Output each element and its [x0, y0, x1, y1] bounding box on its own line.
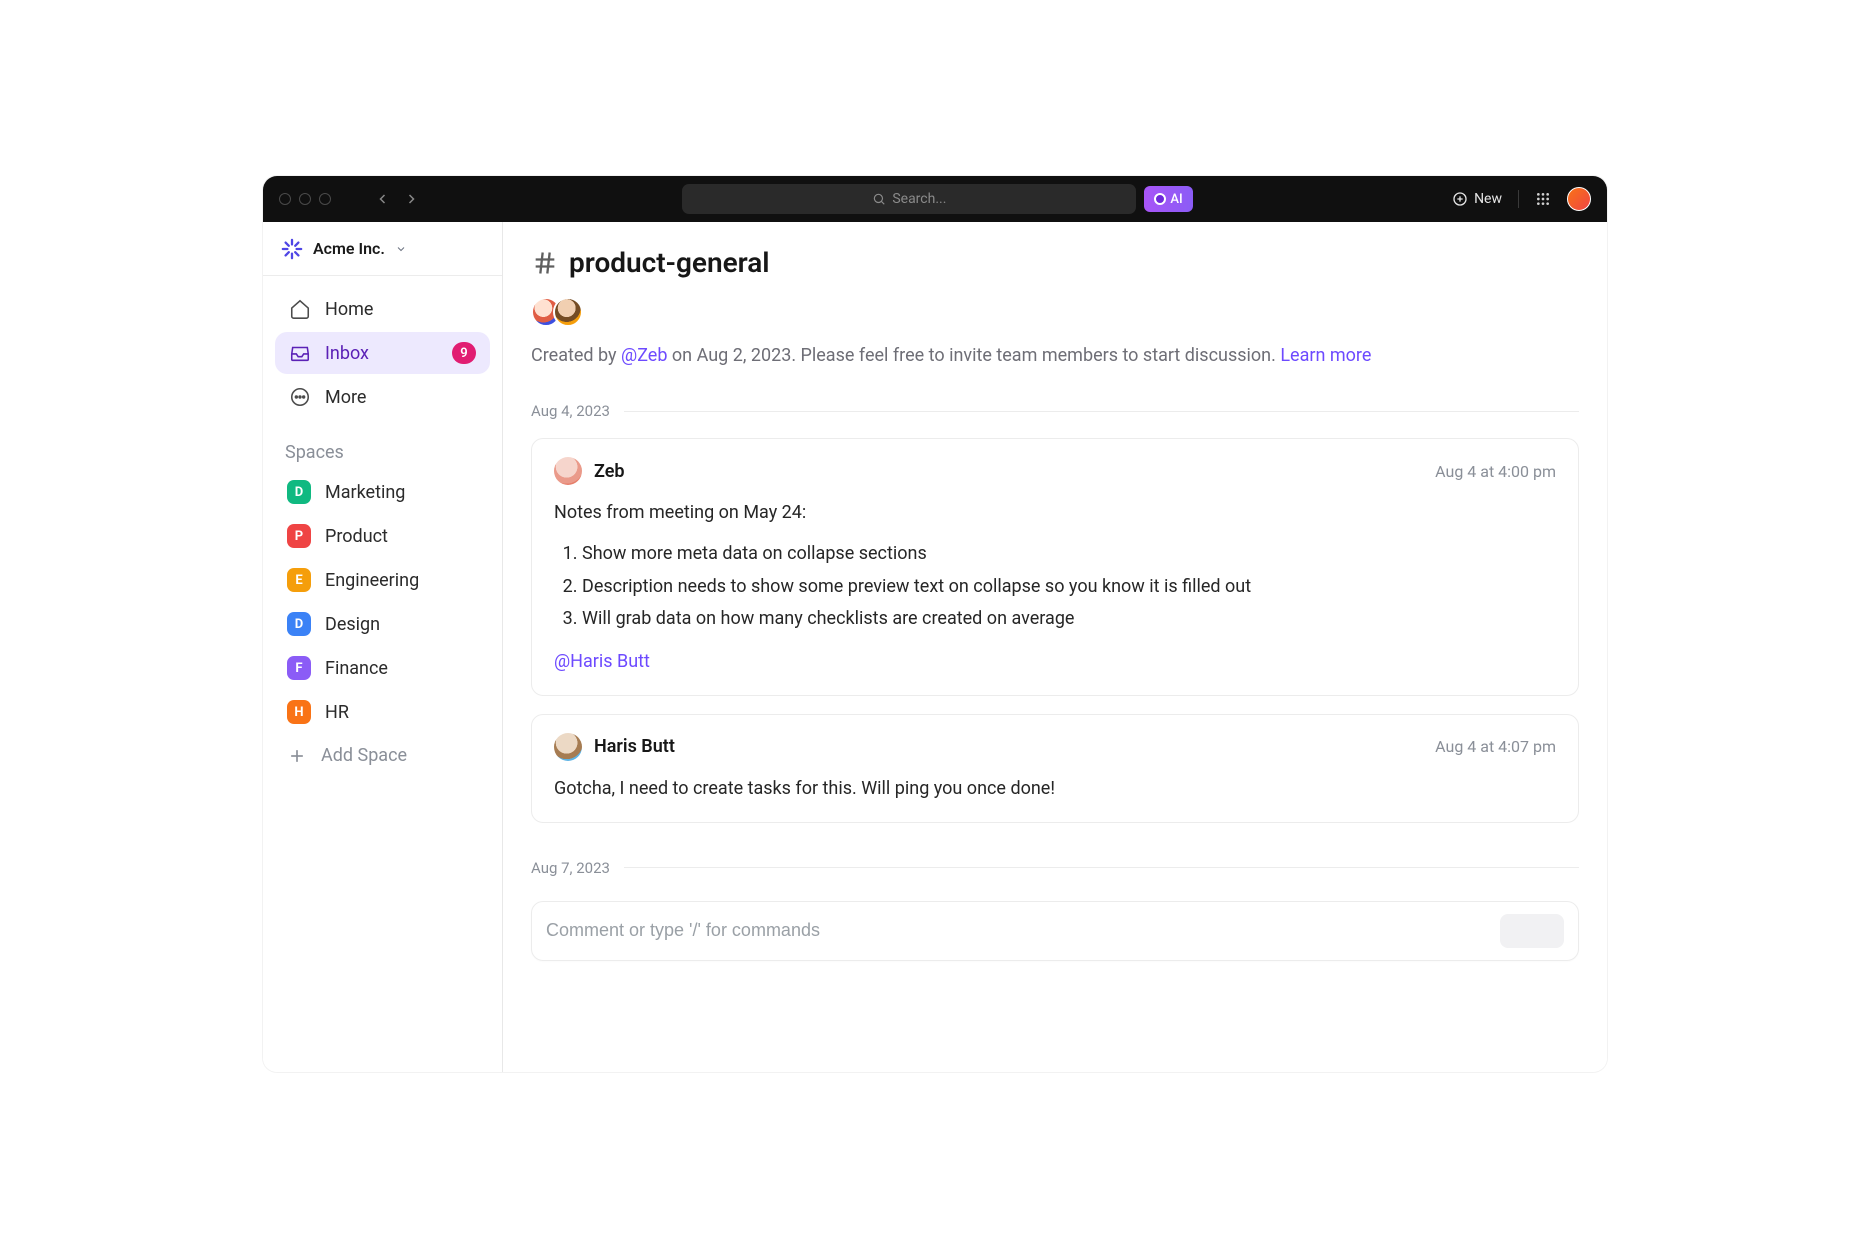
- space-label: HR: [325, 702, 349, 723]
- nav-more-label: More: [325, 387, 366, 408]
- ai-label: AI: [1170, 192, 1182, 207]
- comment-composer[interactable]: [531, 901, 1579, 961]
- message-list-item: Show more meta data on collapse sections: [582, 538, 1556, 571]
- nav-back-button[interactable]: [371, 187, 395, 211]
- author-avatar[interactable]: [554, 733, 582, 761]
- titlebar: Search... AI New: [263, 176, 1607, 222]
- search-placeholder: Search...: [892, 191, 946, 207]
- message-card: Zeb Aug 4 at 4:00 pm Notes from meeting …: [531, 438, 1579, 696]
- space-label: Design: [325, 614, 380, 635]
- minimize-window-button[interactable]: [299, 193, 311, 205]
- space-item-finance[interactable]: F Finance: [275, 647, 490, 689]
- message-timestamp: Aug 4 at 4:00 pm: [1435, 462, 1556, 481]
- message-body: Gotcha, I need to create tasks for this.…: [554, 775, 1556, 804]
- message-lead: Notes from meeting on May 24:: [554, 499, 1556, 528]
- creator-mention[interactable]: @Zeb: [621, 345, 667, 366]
- close-window-button[interactable]: [279, 193, 291, 205]
- author-avatar[interactable]: [554, 457, 582, 485]
- new-label: New: [1474, 191, 1502, 207]
- plus-icon: [287, 746, 307, 766]
- send-button[interactable]: [1500, 914, 1564, 948]
- window-controls: [279, 193, 331, 205]
- space-icon: F: [287, 656, 311, 680]
- workspace-name: Acme Inc.: [313, 239, 385, 258]
- divider-line: [624, 411, 1579, 412]
- add-space-label: Add Space: [321, 745, 407, 766]
- divider: [1518, 190, 1519, 208]
- space-label: Product: [325, 526, 388, 547]
- message-list-item: Will grab data on how many checklists ar…: [582, 603, 1556, 636]
- nav-inbox-label: Inbox: [325, 343, 369, 364]
- workspace-switcher[interactable]: Acme Inc.: [263, 222, 502, 276]
- member-avatars[interactable]: [531, 297, 1579, 327]
- space-item-hr[interactable]: H HR: [275, 691, 490, 733]
- space-icon: D: [287, 480, 311, 504]
- apps-grid-icon: [1535, 191, 1551, 207]
- space-label: Marketing: [325, 482, 405, 503]
- inbox-icon: [289, 342, 311, 364]
- channel-subheader: Created by @Zeb on Aug 2, 2023. Please f…: [531, 345, 1579, 366]
- nav-home-label: Home: [325, 299, 373, 320]
- sidebar: Acme Inc. Home Inbox 9 More Spaces: [263, 222, 503, 1072]
- message-author: Zeb: [594, 461, 625, 482]
- nav-home[interactable]: Home: [275, 288, 490, 330]
- search-icon: [872, 192, 886, 206]
- space-label: Engineering: [325, 570, 419, 591]
- ai-button[interactable]: AI: [1144, 186, 1192, 212]
- maximize-window-button[interactable]: [319, 193, 331, 205]
- global-search[interactable]: Search...: [682, 184, 1136, 214]
- divider-line: [624, 867, 1579, 868]
- space-item-engineering[interactable]: E Engineering: [275, 559, 490, 601]
- message-list-item: Description needs to show some preview t…: [582, 571, 1556, 604]
- ai-icon: [1154, 193, 1166, 205]
- user-mention[interactable]: @Haris Butt: [554, 648, 650, 677]
- hash-icon: [531, 249, 559, 277]
- apps-menu-button[interactable]: [1535, 191, 1551, 207]
- inbox-badge: 9: [452, 342, 476, 364]
- date-label: Aug 7, 2023: [531, 859, 610, 877]
- workspace-logo-icon: [281, 238, 303, 260]
- space-icon: P: [287, 524, 311, 548]
- learn-more-link[interactable]: Learn more: [1280, 345, 1371, 366]
- app-window: Search... AI New: [263, 176, 1607, 1072]
- more-icon: [289, 386, 311, 408]
- channel-content: product-general Created by @Zeb on Aug 2…: [503, 222, 1607, 1072]
- channel-title: product-general: [569, 246, 770, 279]
- space-icon: E: [287, 568, 311, 592]
- nav-forward-button[interactable]: [399, 187, 423, 211]
- space-icon: H: [287, 700, 311, 724]
- nav-more[interactable]: More: [275, 376, 490, 418]
- user-avatar[interactable]: [1567, 187, 1591, 211]
- space-item-product[interactable]: P Product: [275, 515, 490, 557]
- nav-inbox[interactable]: Inbox 9: [275, 332, 490, 374]
- message-timestamp: Aug 4 at 4:07 pm: [1435, 737, 1556, 756]
- home-icon: [289, 298, 311, 320]
- space-icon: D: [287, 612, 311, 636]
- space-label: Finance: [325, 658, 388, 679]
- chevron-down-icon: [395, 243, 407, 255]
- add-space-button[interactable]: Add Space: [275, 735, 490, 776]
- member-avatar: [553, 297, 583, 327]
- date-label: Aug 4, 2023: [531, 402, 610, 420]
- plus-circle-icon: [1452, 191, 1468, 207]
- message-author: Haris Butt: [594, 736, 675, 757]
- comment-input[interactable]: [546, 920, 1488, 941]
- new-button[interactable]: New: [1452, 191, 1502, 207]
- date-divider: Aug 7, 2023: [531, 859, 1579, 877]
- spaces-section-label: Spaces: [263, 424, 502, 471]
- space-item-marketing[interactable]: D Marketing: [275, 471, 490, 513]
- message-card: Haris Butt Aug 4 at 4:07 pm Gotcha, I ne…: [531, 714, 1579, 823]
- space-item-design[interactable]: D Design: [275, 603, 490, 645]
- date-divider: Aug 4, 2023: [531, 402, 1579, 420]
- space-list: D Marketing P Product E Engineering D De…: [263, 471, 502, 776]
